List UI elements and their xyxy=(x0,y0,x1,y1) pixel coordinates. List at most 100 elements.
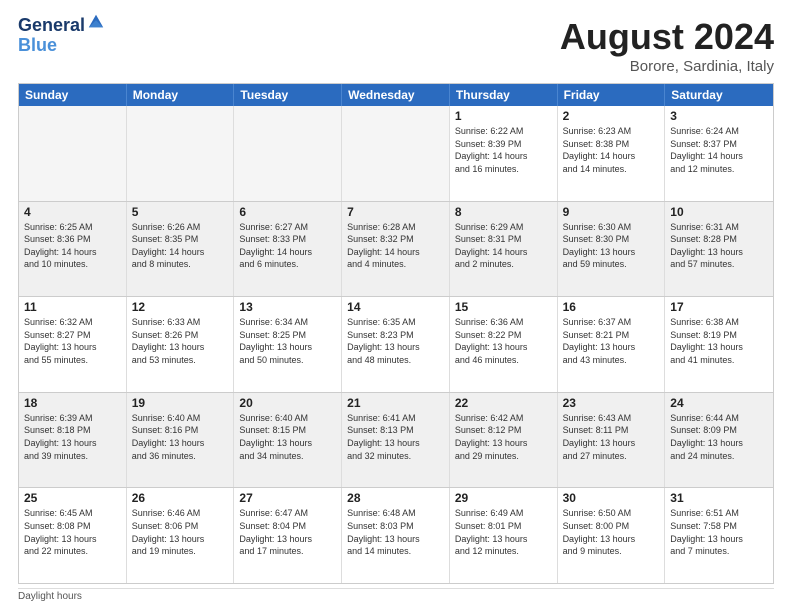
calendar-header-tuesday: Tuesday xyxy=(234,84,342,106)
calendar-cell: 14 Sunrise: 6:35 AM Sunset: 8:23 PM Dayli… xyxy=(342,297,450,392)
logo-blue: Blue xyxy=(18,35,57,55)
logo-general: General xyxy=(18,16,85,36)
calendar: SundayMondayTuesdayWednesdayThursdayFrid… xyxy=(18,83,774,584)
calendar-week-5: 25 Sunrise: 6:45 AM Sunset: 8:08 PM Dayli… xyxy=(19,487,773,583)
calendar-cell: 5 Sunrise: 6:26 AM Sunset: 8:35 PM Daylig… xyxy=(127,202,235,297)
day-info: Sunrise: 6:37 AM Sunset: 8:21 PM Dayligh… xyxy=(563,316,660,366)
calendar-cell: 9 Sunrise: 6:30 AM Sunset: 8:30 PM Daylig… xyxy=(558,202,666,297)
calendar-cell: 2Sunrise: 6:23 AM Sunset: 8:38 PM Daylig… xyxy=(558,106,666,201)
day-number: 14 xyxy=(347,300,444,314)
day-number: 18 xyxy=(24,396,121,410)
day-info: Sunrise: 6:40 AM Sunset: 8:15 PM Dayligh… xyxy=(239,412,336,462)
title-area: August 2024 Borore, Sardinia, Italy xyxy=(560,16,774,75)
day-info: Sunrise: 6:51 AM Sunset: 7:58 PM Dayligh… xyxy=(670,507,768,557)
day-number: 10 xyxy=(670,205,768,219)
day-number: 9 xyxy=(563,205,660,219)
day-number: 20 xyxy=(239,396,336,410)
calendar-cell: 12 Sunrise: 6:33 AM Sunset: 8:26 PM Dayli… xyxy=(127,297,235,392)
page: General Blue August 2024 Borore, Sardini… xyxy=(0,0,792,612)
day-number: 13 xyxy=(239,300,336,314)
day-number: 29 xyxy=(455,491,552,505)
calendar-cell: 28Sunrise: 6:48 AM Sunset: 8:03 PM Dayli… xyxy=(342,488,450,583)
calendar-header-sunday: Sunday xyxy=(19,84,127,106)
calendar-cell: 7 Sunrise: 6:28 AM Sunset: 8:32 PM Daylig… xyxy=(342,202,450,297)
calendar-cell: 19 Sunrise: 6:40 AM Sunset: 8:16 PM Dayli… xyxy=(127,393,235,488)
day-info: Sunrise: 6:33 AM Sunset: 8:26 PM Dayligh… xyxy=(132,316,229,366)
calendar-cell: 8 Sunrise: 6:29 AM Sunset: 8:31 PM Daylig… xyxy=(450,202,558,297)
calendar-cell: 29 Sunrise: 6:49 AM Sunset: 8:01 PM Dayli… xyxy=(450,488,558,583)
day-number: 25 xyxy=(24,491,121,505)
day-number: 23 xyxy=(563,396,660,410)
day-number: 11 xyxy=(24,300,121,314)
calendar-header-monday: Monday xyxy=(127,84,235,106)
calendar-cell: 30 Sunrise: 6:50 AM Sunset: 8:00 PM Dayli… xyxy=(558,488,666,583)
day-number: 7 xyxy=(347,205,444,219)
day-info: Sunrise: 6:48 AM Sunset: 8:03 PM Dayligh… xyxy=(347,507,444,557)
calendar-header-friday: Friday xyxy=(558,84,666,106)
day-info: Sunrise: 6:49 AM Sunset: 8:01 PM Dayligh… xyxy=(455,507,552,557)
calendar-cell: 23 Sunrise: 6:43 AM Sunset: 8:11 PM Dayli… xyxy=(558,393,666,488)
day-number: 30 xyxy=(563,491,660,505)
day-number: 27 xyxy=(239,491,336,505)
day-info: Sunrise: 6:38 AM Sunset: 8:19 PM Dayligh… xyxy=(670,316,768,366)
calendar-cell xyxy=(342,106,450,201)
calendar-cell: 15 Sunrise: 6:36 AM Sunset: 8:22 PM Dayli… xyxy=(450,297,558,392)
day-info: Sunrise: 6:32 AM Sunset: 8:27 PM Dayligh… xyxy=(24,316,121,366)
calendar-header-wednesday: Wednesday xyxy=(342,84,450,106)
calendar-cell: 10 Sunrise: 6:31 AM Sunset: 8:28 PM Dayli… xyxy=(665,202,773,297)
day-number: 26 xyxy=(132,491,229,505)
day-info: Sunrise: 6:40 AM Sunset: 8:16 PM Dayligh… xyxy=(132,412,229,462)
day-number: 4 xyxy=(24,205,121,219)
calendar-cell xyxy=(19,106,127,201)
calendar-cell: 26Sunrise: 6:46 AM Sunset: 8:06 PM Dayli… xyxy=(127,488,235,583)
day-info: Sunrise: 6:25 AM Sunset: 8:36 PM Dayligh… xyxy=(24,221,121,271)
day-number: 22 xyxy=(455,396,552,410)
calendar-cell: 13 Sunrise: 6:34 AM Sunset: 8:25 PM Dayli… xyxy=(234,297,342,392)
calendar-cell xyxy=(234,106,342,201)
logo: General Blue xyxy=(18,16,105,56)
day-info: Sunrise: 6:43 AM Sunset: 8:11 PM Dayligh… xyxy=(563,412,660,462)
day-info: Sunrise: 6:30 AM Sunset: 8:30 PM Dayligh… xyxy=(563,221,660,271)
day-number: 12 xyxy=(132,300,229,314)
day-info: Sunrise: 6:31 AM Sunset: 8:28 PM Dayligh… xyxy=(670,221,768,271)
day-info: Sunrise: 6:22 AM Sunset: 8:39 PM Dayligh… xyxy=(455,125,552,175)
subtitle: Borore, Sardinia, Italy xyxy=(560,58,774,75)
day-info: Sunrise: 6:28 AM Sunset: 8:32 PM Dayligh… xyxy=(347,221,444,271)
main-title: August 2024 xyxy=(560,16,774,58)
calendar-header-saturday: Saturday xyxy=(665,84,773,106)
day-info: Sunrise: 6:24 AM Sunset: 8:37 PM Dayligh… xyxy=(670,125,768,175)
day-number: 5 xyxy=(132,205,229,219)
day-info: Sunrise: 6:39 AM Sunset: 8:18 PM Dayligh… xyxy=(24,412,121,462)
calendar-cell: 21 Sunrise: 6:41 AM Sunset: 8:13 PM Dayli… xyxy=(342,393,450,488)
day-info: Sunrise: 6:27 AM Sunset: 8:33 PM Dayligh… xyxy=(239,221,336,271)
calendar-cell: 20 Sunrise: 6:40 AM Sunset: 8:15 PM Dayli… xyxy=(234,393,342,488)
calendar-cell: 31Sunrise: 6:51 AM Sunset: 7:58 PM Dayli… xyxy=(665,488,773,583)
day-info: Sunrise: 6:50 AM Sunset: 8:00 PM Dayligh… xyxy=(563,507,660,557)
day-info: Sunrise: 6:34 AM Sunset: 8:25 PM Dayligh… xyxy=(239,316,336,366)
day-info: Sunrise: 6:41 AM Sunset: 8:13 PM Dayligh… xyxy=(347,412,444,462)
calendar-body: 1 Sunrise: 6:22 AM Sunset: 8:39 PM Daylig… xyxy=(19,106,773,583)
day-number: 19 xyxy=(132,396,229,410)
calendar-cell: 6 Sunrise: 6:27 AM Sunset: 8:33 PM Daylig… xyxy=(234,202,342,297)
calendar-cell: 16Sunrise: 6:37 AM Sunset: 8:21 PM Dayli… xyxy=(558,297,666,392)
day-info: Sunrise: 6:26 AM Sunset: 8:35 PM Dayligh… xyxy=(132,221,229,271)
day-info: Sunrise: 6:36 AM Sunset: 8:22 PM Dayligh… xyxy=(455,316,552,366)
day-info: Sunrise: 6:45 AM Sunset: 8:08 PM Dayligh… xyxy=(24,507,121,557)
day-number: 6 xyxy=(239,205,336,219)
day-number: 1 xyxy=(455,109,552,123)
day-number: 3 xyxy=(670,109,768,123)
day-number: 21 xyxy=(347,396,444,410)
logo-icon xyxy=(87,13,105,31)
calendar-week-3: 11 Sunrise: 6:32 AM Sunset: 8:27 PM Dayli… xyxy=(19,296,773,392)
day-info: Sunrise: 6:35 AM Sunset: 8:23 PM Dayligh… xyxy=(347,316,444,366)
day-info: Sunrise: 6:47 AM Sunset: 8:04 PM Dayligh… xyxy=(239,507,336,557)
day-number: 2 xyxy=(563,109,660,123)
day-info: Sunrise: 6:42 AM Sunset: 8:12 PM Dayligh… xyxy=(455,412,552,462)
footer-note: Daylight hours xyxy=(18,588,774,602)
day-number: 17 xyxy=(670,300,768,314)
day-number: 8 xyxy=(455,205,552,219)
day-info: Sunrise: 6:29 AM Sunset: 8:31 PM Dayligh… xyxy=(455,221,552,271)
calendar-header: SundayMondayTuesdayWednesdayThursdayFrid… xyxy=(19,84,773,106)
calendar-cell: 18 Sunrise: 6:39 AM Sunset: 8:18 PM Dayli… xyxy=(19,393,127,488)
day-number: 15 xyxy=(455,300,552,314)
